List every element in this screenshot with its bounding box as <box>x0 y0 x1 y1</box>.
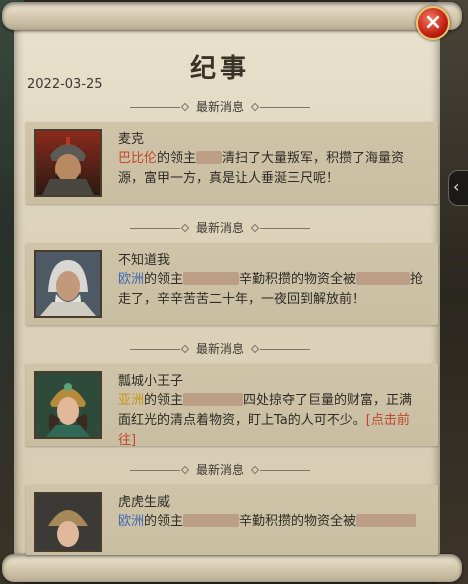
redacted-name <box>183 272 240 285</box>
section-divider: 最新消息 <box>120 219 320 237</box>
list-item: 瓢城小王子 亚洲的领主 四处掠夺了巨量的财富，正满面红光的清点着物资，盯上Ta的人… <box>26 364 438 448</box>
avatar <box>34 371 102 439</box>
chevron-left-icon: ‹ <box>453 177 460 196</box>
region-name: 欧洲 <box>118 272 145 287</box>
player-name: 麦克 <box>118 132 145 147</box>
redacted-name <box>183 393 244 406</box>
region-name: 巴比伦 <box>118 151 158 166</box>
page-title: 纪事 <box>189 54 250 84</box>
redacted-name <box>196 151 223 164</box>
background-right <box>438 0 468 584</box>
news-message: 欧洲的领主 辛勤积攒的物资全被 <box>118 512 424 532</box>
section-divider: 最新消息 <box>120 98 320 116</box>
avatar <box>34 492 102 552</box>
news-message: 巴比伦的领主 清扫了大量叛军，积攒了海量资源，富甲一方，真是让人垂涎三尺呢！ <box>118 151 405 186</box>
section-divider: 最新消息 <box>120 461 320 479</box>
news-message: 亚洲的领主 四处掠夺了巨量的财富，正满面红光的清点着物资，盯上Ta的人可不少。[点… <box>118 393 413 448</box>
scroll-bottom-roll <box>2 554 462 582</box>
redacted-name <box>356 272 411 285</box>
news-message: 欧洲的领主 辛勤积攒的物资全被 抢走了，辛辛苦苦二十年，一夜回到解放前！ <box>118 272 424 307</box>
region-name: 亚洲 <box>118 393 145 408</box>
player-name: 不知道我 <box>118 253 171 268</box>
region-name: 欧洲 <box>118 514 145 529</box>
redacted-name <box>356 514 417 527</box>
player-name: 虎虎生威 <box>118 495 171 510</box>
scroll-top-roll <box>2 2 462 30</box>
player-name: 瓢城小王子 <box>118 374 184 389</box>
chronicle-date: 2022-03-25 <box>27 77 103 92</box>
close-icon: × <box>423 10 443 35</box>
close-button[interactable]: × <box>416 6 450 40</box>
list-item: 麦克 巴比伦的领主 清扫了大量叛军，积攒了海量资源，富甲一方，真是让人垂涎三尺呢！ <box>26 122 438 204</box>
redacted-name <box>183 514 240 527</box>
list-item: 虎虎生威 欧洲的领主 辛勤积攒的物资全被 <box>26 485 438 555</box>
avatar <box>34 250 102 318</box>
side-panel-toggle[interactable]: ‹ <box>448 170 468 206</box>
section-divider: 最新消息 <box>120 340 320 358</box>
list-item: 不知道我 欧洲的领主 辛勤积攒的物资全被 抢走了，辛辛苦苦二十年，一夜回到解放前！ <box>26 243 438 325</box>
avatar <box>34 129 102 197</box>
